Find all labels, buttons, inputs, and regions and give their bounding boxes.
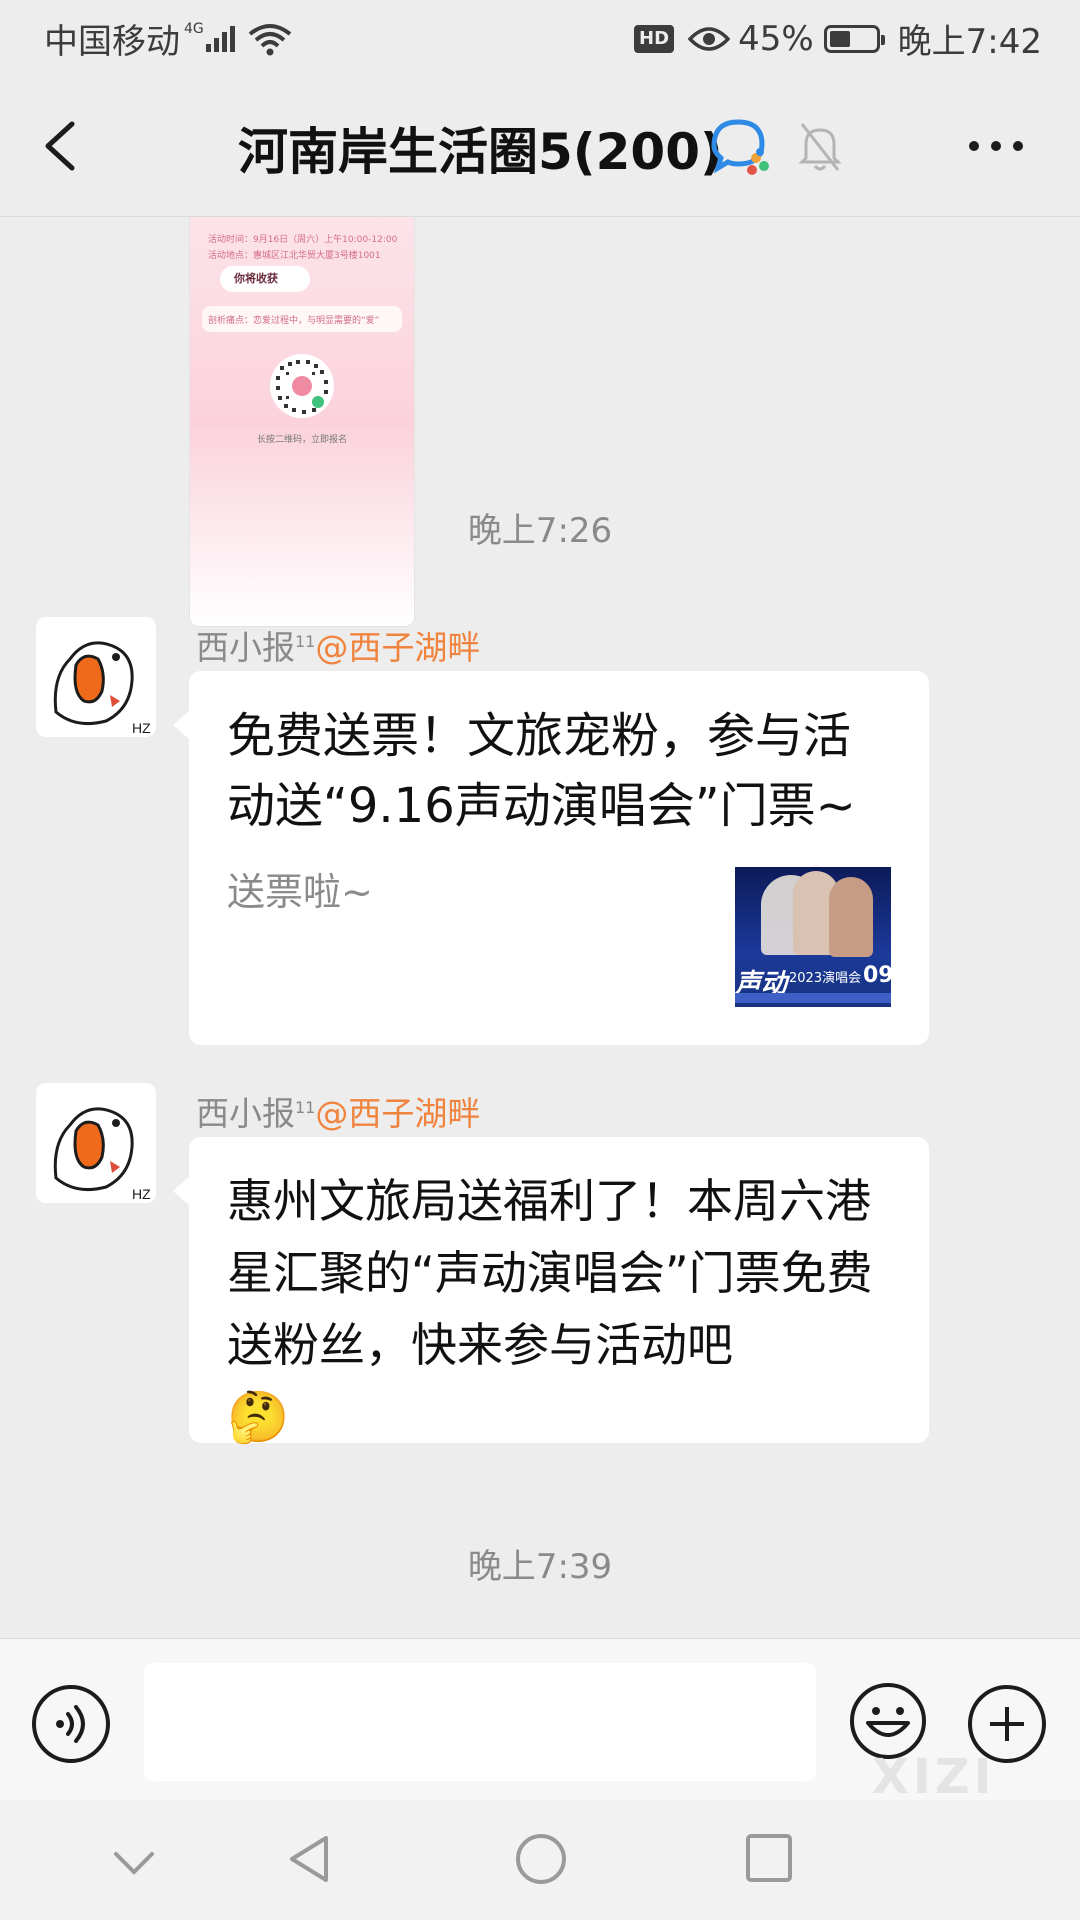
sender-name: 西小报11@西子湖畔 (196, 1087, 480, 1135)
thinking-emoji: 🤔 (227, 1388, 290, 1446)
voice-icon (56, 1705, 85, 1743)
input-bar: XIZI (0, 1638, 1080, 1805)
message-timestamp: 晚上7:26 (467, 511, 613, 551)
poster-section-label: 你将收获 (234, 272, 278, 285)
eye-icon (688, 26, 731, 51)
system-nav-bar (0, 1800, 1080, 1920)
svg-text:HZ: HZ (132, 1186, 151, 1202)
duck-avatar-icon: HZ (36, 1083, 156, 1203)
status-right: HD 45% 晚上7:42 (634, 14, 1042, 63)
more-options-icon[interactable] (964, 128, 1028, 164)
link-description: 送票啦~ (227, 870, 373, 914)
link-thumbnail: 声动 2023演唱会 09 (735, 867, 891, 1023)
sender-nickname: 西小报 (196, 628, 295, 667)
sender-mention: @西子湖畔 (315, 628, 481, 667)
message-body: 惠州文旅局送福利了！本周六港星汇聚的“声动演唱会”门票免费送粉丝，快来参与活动吧 (227, 1174, 873, 1372)
battery-percent: 45% (738, 18, 814, 59)
signal-icon (205, 25, 238, 52)
status-left: 中国移动 4G (44, 14, 292, 63)
qr-code[interactable] (268, 352, 336, 420)
enterprise-chat-icon (711, 119, 769, 175)
mute-bell-icon (798, 123, 842, 171)
message-text: 惠州文旅局送福利了！本周六港星汇聚的“声动演唱会”门票免费送粉丝，快来参与活动吧… (227, 1165, 907, 1454)
chat-header: 河南岸生活圈5(200) (0, 76, 1080, 217)
sender-nickname: 西小报 (196, 1094, 295, 1133)
poster-line-1: 活动时间：9月16日（周六）上午10:00-12:00 (208, 235, 398, 245)
status-bar: 中国移动 4G HD 45% 晚上7:42 (0, 0, 1080, 76)
message-input[interactable] (144, 1663, 816, 1781)
nav-home-icon[interactable] (514, 1832, 568, 1886)
message-timestamp: 晚上7:39 (467, 1547, 613, 1587)
link-card-bubble[interactable]: 免费送票！文旅宠粉，参与活动送“9.16声动演唱会”门票~ 送票啦~ 声动 20… (173, 671, 929, 1045)
message-list[interactable]: 活动时间：9月16日（周六）上午10:00-12:00 活动地点：惠城区江北华贸… (0, 217, 1080, 1637)
thumb-date: 09 (863, 963, 891, 988)
thumb-subtitle: 2023演唱会 (789, 971, 862, 986)
sender-avatar[interactable]: HZ (36, 617, 156, 737)
clock: 晚上7:42 (897, 22, 1042, 62)
sender-avatar[interactable]: HZ (36, 1083, 156, 1203)
sender-mention: @西子湖畔 (315, 1094, 481, 1133)
voice-input-button[interactable] (32, 1685, 110, 1763)
poster-line-2: 活动地点：惠城区江北华贸大厦3号楼1001 (208, 251, 381, 261)
sender-tag: 11 (295, 1098, 316, 1117)
sender-name: 西小报11@西子湖畔 (196, 621, 480, 669)
hide-keyboard-icon[interactable] (112, 1848, 156, 1878)
text-message-bubble[interactable]: 惠州文旅局送福利了！本周六港星汇聚的“声动演唱会”门票免费送粉丝，快来参与活动吧… (173, 1137, 929, 1446)
nav-recents-icon[interactable] (744, 1832, 794, 1884)
battery-icon (823, 24, 885, 53)
duck-avatar-icon: HZ (36, 617, 156, 737)
link-title: 免费送票！文旅宠粉，参与活动送“9.16声动演唱会”门票~ (227, 708, 856, 834)
sender-tag: 11 (295, 632, 316, 651)
nav-back-icon[interactable] (286, 1832, 332, 1886)
watermark: XIZI (872, 1749, 996, 1805)
poster-footer: 长按二维码，立即报名 (256, 435, 347, 445)
carrier-label: 中国移动 (44, 22, 180, 62)
poster-line-3: 剖析痛点：恋爱过程中，与明显需要的“爱” (208, 316, 380, 326)
event-poster-image[interactable]: 活动时间：9月16日（周六）上午10:00-12:00 活动地点：惠城区江北华贸… (189, 217, 415, 627)
network-type: 4G (184, 20, 204, 37)
poster-note-box: 剖析痛点：恋爱过程中，与明显需要的“爱” (202, 306, 402, 332)
poster-section-tag: 你将收获 (220, 266, 310, 292)
back-arrow-icon[interactable] (34, 114, 94, 178)
wifi-icon (248, 23, 292, 55)
svg-text:HZ: HZ (132, 720, 151, 736)
chat-title: 河南岸生活圈5(200) (238, 123, 723, 181)
hd-badge: HD (634, 24, 675, 53)
